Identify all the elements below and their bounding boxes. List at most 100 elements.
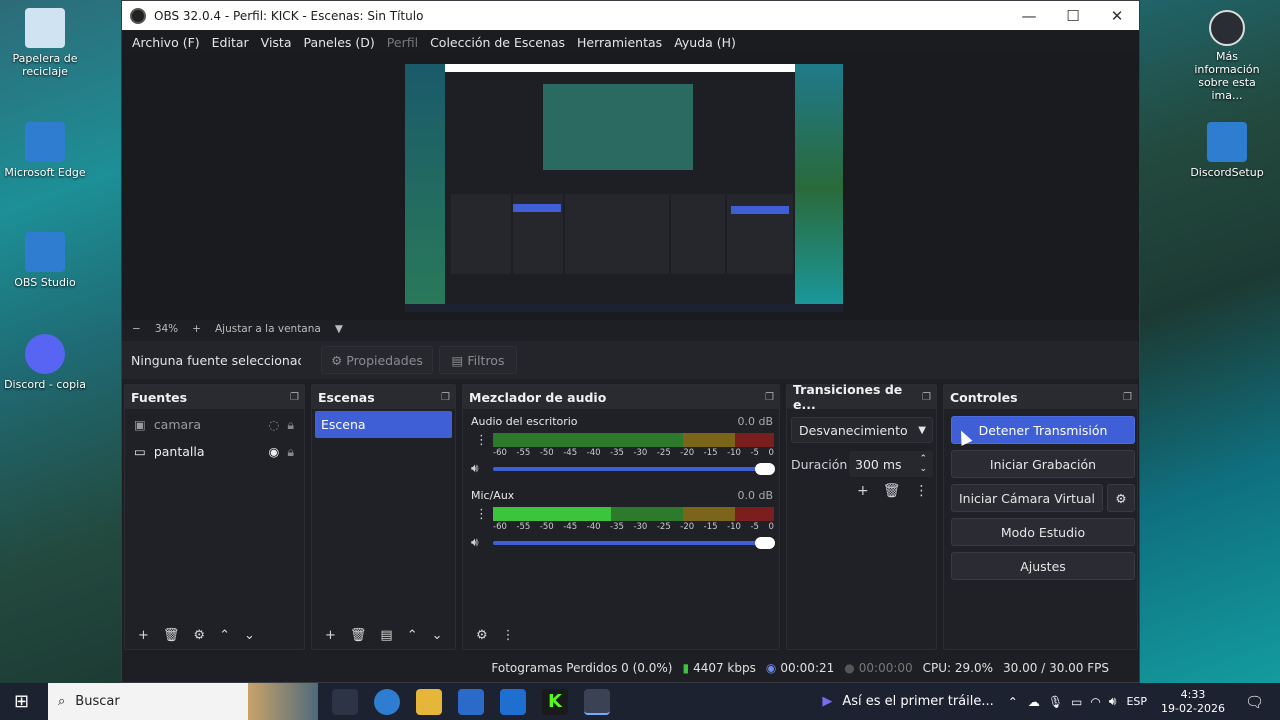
kebab-menu-icon[interactable]: ⋮ (915, 483, 929, 499)
properties-button[interactable]: ⚙ Propiedades (321, 346, 433, 374)
transition-select[interactable]: Desvanecimiento ▼ (791, 417, 933, 443)
kick-icon[interactable]: K (542, 688, 568, 715)
menu-scene-collection[interactable]: Colección de Escenas (430, 35, 565, 50)
menu-tools[interactable]: Herramientas (577, 35, 662, 50)
clock[interactable]: 4:33 19-02-2026 (1161, 688, 1225, 716)
filter-icon: ▤ (451, 352, 468, 368)
undock-icon[interactable]: ❐ (1123, 392, 1132, 403)
menu-edit[interactable]: Editar (212, 35, 249, 50)
desktop-icon-info[interactable]: Más información sobre esta ima... (1182, 10, 1272, 102)
setup-icon (1207, 122, 1247, 162)
add-icon[interactable]: + (857, 483, 869, 499)
speaker-icon[interactable]: 🔊︎ (471, 535, 479, 550)
wifi-icon[interactable]: ◠ (1090, 695, 1100, 709)
menu-profile[interactable]: Perfil (387, 35, 418, 50)
channel-name: Mic/Aux (471, 489, 515, 502)
gear-icon[interactable]: ⚙ (476, 628, 488, 643)
volume-slider[interactable] (493, 541, 765, 545)
zoom-fit-label[interactable]: Ajustar a la ventana (215, 323, 321, 335)
undock-icon[interactable]: ❐ (290, 392, 299, 403)
stop-stream-button[interactable]: Detener Transmisión (951, 416, 1135, 444)
menu-view[interactable]: Vista (261, 35, 292, 50)
virtual-camera-settings-button[interactable]: ⚙ (1107, 484, 1135, 512)
scene-item-selected[interactable]: Escena (315, 411, 452, 438)
minimize-button[interactable]: — (1007, 7, 1051, 25)
tick: -15 (703, 448, 718, 458)
transition-value: Desvanecimiento (799, 422, 908, 438)
volume-slider[interactable] (493, 467, 765, 471)
notification-icon[interactable]: 🗨︎ (1245, 693, 1264, 711)
sources-dock: Fuentes ❐ ▣ camara ◌ 🔒︎ ▭ pantalla ◉ 🔒︎ +… (124, 384, 305, 650)
language-indicator[interactable]: ESP (1126, 695, 1147, 708)
taskbar-search[interactable]: ⌕ Buscar (48, 683, 318, 720)
desktop-icon-discordsetup[interactable]: DiscordSetup (1182, 122, 1272, 179)
trash-icon[interactable]: 🗑︎ (163, 628, 180, 643)
volume-icon[interactable]: 🔊︎ (1109, 694, 1117, 709)
source-item[interactable]: ▣ camara ◌ 🔒︎ (125, 411, 304, 438)
edge-taskbar-icon[interactable] (374, 688, 400, 715)
task-view-icon[interactable] (332, 688, 358, 715)
add-icon[interactable]: + (325, 628, 336, 643)
filters-button[interactable]: ▤ Filtros (439, 346, 517, 374)
zoom-out-button[interactable]: − (132, 323, 141, 335)
tick: -55 (516, 522, 531, 532)
chevron-down-icon[interactable]: ⌄ (432, 628, 443, 643)
undock-icon[interactable]: ❐ (441, 392, 450, 403)
status-bar: Fotogramas Perdidos 0 (0.0%) ▮ 4407 kbps… (122, 653, 1139, 682)
store-icon[interactable] (458, 688, 484, 715)
windows-start-icon[interactable]: ⊞ (14, 691, 40, 712)
desktop-icon-discord[interactable]: Discord - copia (0, 334, 90, 391)
trash-icon[interactable]: 🗑︎ (883, 483, 901, 499)
eye-hidden-icon[interactable]: ◌ (268, 417, 279, 432)
start-recording-button[interactable]: Iniciar Grabación (951, 450, 1135, 478)
virtual-camera-button[interactable]: Iniciar Cámara Virtual (951, 484, 1103, 512)
undock-icon[interactable]: ❐ (765, 392, 774, 403)
kebab-menu-icon[interactable]: ⋮ (502, 628, 515, 643)
undock-icon[interactable]: ❐ (922, 392, 931, 403)
menu-docks[interactable]: Paneles (D) (304, 35, 375, 50)
close-button[interactable]: ✕ (1095, 7, 1139, 25)
obs-taskbar-icon[interactable] (584, 688, 610, 715)
kebab-menu-icon[interactable]: ⋮ (475, 507, 488, 522)
mic-icon[interactable]: 🎙︎ (1048, 695, 1063, 709)
studio-mode-button[interactable]: Modo Estudio (951, 518, 1135, 546)
lock-icon[interactable]: 🔒︎ (287, 444, 294, 460)
tray-chevron-icon[interactable]: ⌃ (1008, 695, 1018, 709)
preview-area[interactable] (122, 54, 1139, 320)
chevron-down-icon[interactable]: ⌄ (244, 628, 255, 643)
desktop-icon-obs[interactable]: OBS Studio (0, 232, 90, 289)
chevron-up-icon[interactable]: ⌃ (219, 628, 230, 643)
outlook-icon[interactable] (500, 688, 526, 715)
maximize-button[interactable]: ☐ (1051, 7, 1095, 25)
zoom-in-button[interactable]: + (192, 323, 201, 335)
onedrive-icon[interactable]: ☁ (1028, 695, 1040, 709)
battery-icon[interactable]: ▭ (1071, 695, 1082, 709)
speaker-icon[interactable]: 🔊︎ (471, 461, 479, 476)
volume-slider-handle[interactable] (755, 537, 775, 549)
spin-arrows-icon[interactable]: ⌃ ⌄ (919, 454, 927, 474)
desktop-icon-recycle-bin[interactable]: Papelera de reciclaje (0, 8, 90, 78)
tick: -40 (586, 522, 601, 532)
eye-icon[interactable]: ◉ (268, 444, 279, 459)
file-explorer-icon[interactable] (416, 688, 442, 715)
lock-icon[interactable]: 🔒︎ (287, 417, 294, 433)
zoom-value: 34% (154, 323, 179, 335)
chevron-up-icon[interactable]: ⌃ (407, 628, 418, 643)
trash-icon[interactable]: 🗑︎ (350, 628, 367, 643)
duration-spinbox[interactable]: 300 ms ⌃ ⌄ (849, 451, 933, 477)
settings-button[interactable]: Ajustes (951, 552, 1135, 580)
menu-file[interactable]: Archivo (F) (132, 35, 200, 50)
volume-slider-handle[interactable] (755, 463, 775, 475)
desktop-icon-edge[interactable]: Microsoft Edge (0, 122, 90, 179)
source-label: pantalla (153, 444, 205, 459)
meter-ticks: -60 -55 -50 -45 -40 -35 -30 -25 -20 -15 -10 -5 0 (493, 522, 774, 532)
zoom-dropdown-icon[interactable]: ▼ (335, 323, 343, 335)
kebab-menu-icon[interactable]: ⋮ (475, 433, 488, 448)
source-item[interactable]: ▭ pantalla ◉ 🔒︎ (125, 438, 304, 465)
filter-icon[interactable]: ▤ (380, 628, 392, 643)
window-title: OBS 32.0.4 - Perfil: KICK - Escenas: Sin… (154, 8, 424, 23)
add-icon[interactable]: + (138, 628, 149, 643)
menu-help[interactable]: Ayuda (H) (674, 35, 736, 50)
media-widget[interactable]: ▶ Así es el primer tráile... (822, 694, 993, 709)
gear-icon[interactable]: ⚙ (193, 628, 205, 643)
